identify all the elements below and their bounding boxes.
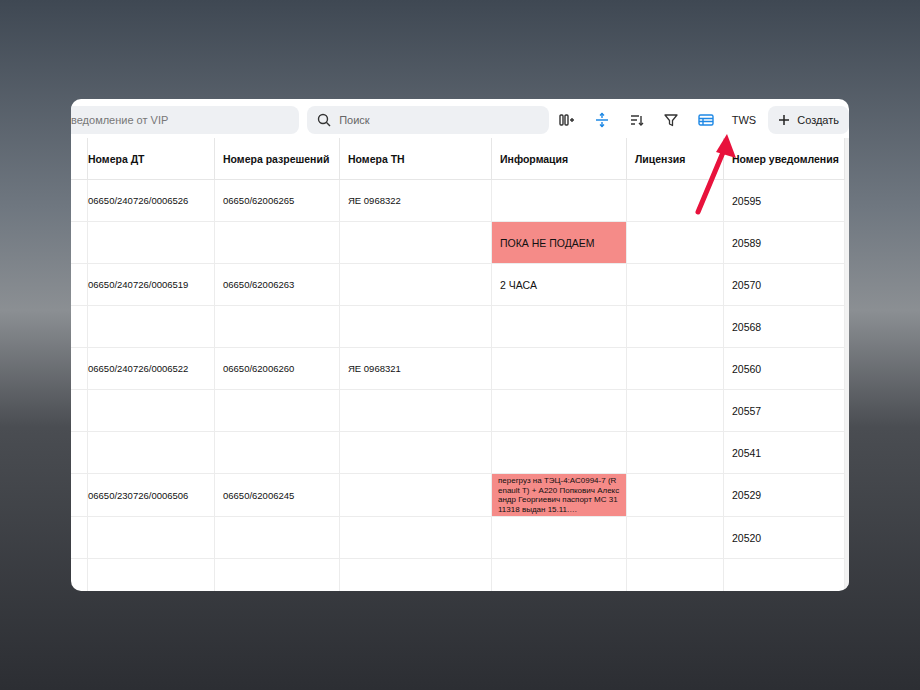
table-row[interactable]: 06650/240726/000651906650/62006263 2 ЧАСА… xyxy=(71,264,845,306)
table-cell: 20570 xyxy=(724,264,845,306)
table-cell: 06650/240726/0006522 xyxy=(80,348,215,390)
red-arrow-icon xyxy=(690,130,750,220)
table-cell xyxy=(80,222,215,264)
table-cell xyxy=(627,559,724,591)
filter-field[interactable]: ведомление от VIP xyxy=(71,106,299,134)
table-cell xyxy=(627,348,724,390)
info-cell xyxy=(492,517,627,559)
table-cell xyxy=(80,390,215,432)
table-cell xyxy=(215,432,340,474)
table-cell xyxy=(627,264,724,306)
column-header[interactable]: Лицензия xyxy=(627,138,724,180)
table-row[interactable]: 20568 xyxy=(71,306,845,348)
table-row[interactable]: 20557 xyxy=(71,390,845,432)
table-cell: 20595 xyxy=(724,180,845,222)
column-header[interactable]: Номера разрешений xyxy=(215,138,340,180)
table-row[interactable]: 06650/230726/000650606650/62006245 перегр… xyxy=(71,474,845,517)
table-cell: 06650/62006265 xyxy=(215,180,340,222)
table-cell xyxy=(627,474,724,517)
info-cell xyxy=(492,348,627,390)
table-cell xyxy=(340,559,492,591)
sort-icon xyxy=(630,113,644,127)
table-cell: 20560 xyxy=(724,348,845,390)
column-header[interactable]: Номера ТН xyxy=(340,138,492,180)
table-cell: 20520 xyxy=(724,517,845,559)
create-button[interactable]: Создать xyxy=(768,106,849,134)
table-cell: 06650/230726/0006506 xyxy=(80,474,215,517)
table-cell xyxy=(627,390,724,432)
table-cell xyxy=(340,517,492,559)
table: Номера ДТНомера разрешенийНомера ТНИнфор… xyxy=(71,138,849,591)
info-cell xyxy=(492,180,627,222)
table-cell: ЯЕ 0968321 xyxy=(340,348,492,390)
info-cell: 2 ЧАСА xyxy=(492,264,627,306)
table-icon xyxy=(698,113,714,127)
table-cell: 20557 xyxy=(724,390,845,432)
info-cell: перегруз на ТЭЦ-4:АС0994-7 (Renault T) +… xyxy=(492,474,627,517)
info-cell xyxy=(492,390,627,432)
table-cell xyxy=(627,306,724,348)
table-row[interactable]: 06650/240726/000652206650/62006260ЯЕ 096… xyxy=(71,348,845,390)
table-cell: 20541 xyxy=(724,432,845,474)
table-window: ведомление от VIP Поиск TWSСоздать Номера Д… xyxy=(71,99,849,591)
table-cell xyxy=(215,559,340,591)
column-header[interactable]: Номер уведомления xyxy=(724,138,845,180)
table-cell xyxy=(215,390,340,432)
table-cell xyxy=(340,432,492,474)
table-cell xyxy=(340,390,492,432)
column-header[interactable]: Номера ДТ xyxy=(80,138,215,180)
table-cell xyxy=(80,306,215,348)
column-header[interactable]: Информация xyxy=(492,138,627,180)
table-row[interactable]: ПОКА НЕ ПОДАЕМ 20589 xyxy=(71,222,845,264)
table-row[interactable] xyxy=(71,559,845,591)
table-cell xyxy=(340,306,492,348)
table-cell: 06650/240726/0006526 xyxy=(80,180,215,222)
info-cell xyxy=(492,559,627,591)
table-cell: 20589 xyxy=(724,222,845,264)
toolbar: ведомление от VIP Поиск TWSСоздать xyxy=(71,99,849,138)
table-cell: 06650/62006263 xyxy=(215,264,340,306)
plus-icon xyxy=(778,114,790,126)
table-cell xyxy=(340,264,492,306)
row-height-button[interactable] xyxy=(584,106,619,134)
table-row[interactable]: 20541 xyxy=(71,432,845,474)
table-cell xyxy=(627,517,724,559)
table-button[interactable] xyxy=(689,106,724,134)
table-cell xyxy=(215,222,340,264)
table-row[interactable]: 06650/240726/000652606650/62006265ЯЕ 096… xyxy=(71,180,845,222)
search-field[interactable]: Поиск xyxy=(307,106,549,134)
info-cell xyxy=(492,432,627,474)
table-cell: 20568 xyxy=(724,306,845,348)
table-cell xyxy=(215,306,340,348)
table-cell xyxy=(215,517,340,559)
filter-button[interactable] xyxy=(654,106,689,134)
table-cell xyxy=(724,559,845,591)
tws-button[interactable]: TWS xyxy=(724,106,764,134)
table-cell xyxy=(80,432,215,474)
table-cell xyxy=(80,559,215,591)
columns-icon xyxy=(559,113,575,127)
table-cell: 06650/62006260 xyxy=(215,348,340,390)
table-cell: 20529 xyxy=(724,474,845,517)
row-height-icon xyxy=(595,112,609,128)
info-cell: ПОКА НЕ ПОДАЕМ xyxy=(492,222,627,264)
table-cell xyxy=(80,517,215,559)
desktop: ведомление от VIP Поиск TWSСоздать Номера Д… xyxy=(0,0,920,690)
info-cell xyxy=(492,306,627,348)
table-cell xyxy=(627,222,724,264)
table-cell: 06650/62006245 xyxy=(215,474,340,517)
search-icon xyxy=(317,113,331,127)
table-cell xyxy=(627,432,724,474)
table-cell: ЯЕ 0968322 xyxy=(340,180,492,222)
columns-button[interactable] xyxy=(549,106,584,134)
table-cell xyxy=(340,222,492,264)
table-row[interactable]: 20520 xyxy=(71,517,845,559)
sort-button[interactable] xyxy=(619,106,654,134)
table-cell: 06650/240726/0006519 xyxy=(80,264,215,306)
filter-icon xyxy=(664,113,678,127)
table-cell xyxy=(340,474,492,517)
